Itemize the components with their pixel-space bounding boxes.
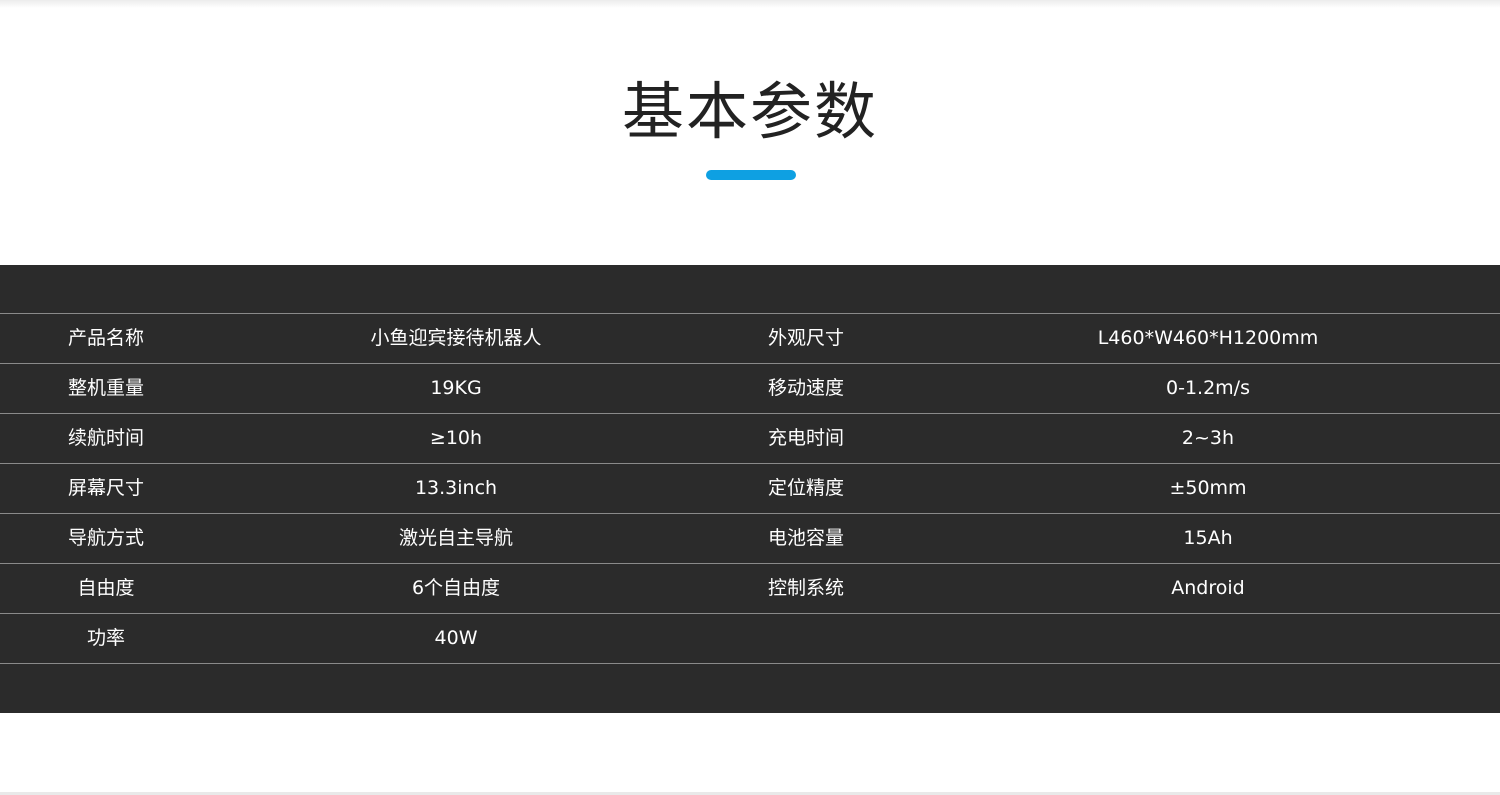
spec-row: 续航时间 ≥10h 充电时间 2~3h — [0, 414, 1500, 464]
spec-panel: 产品名称 小鱼迎宾接待机器人 外观尺寸 L460*W460*H1200mm 整机… — [0, 265, 1500, 713]
spec-label: 定位精度 — [767, 477, 844, 499]
spec-label: 屏幕尺寸 — [67, 477, 144, 499]
spec-value: 40W — [434, 627, 478, 649]
spec-label: 功率 — [86, 627, 125, 649]
spec-label: 续航时间 — [67, 427, 144, 449]
spec-value: 15Ah — [1183, 527, 1233, 549]
spec-row: 功率 40W — [0, 614, 1500, 664]
spec-label: 产品名称 — [67, 327, 144, 349]
spec-label: 电池容量 — [767, 527, 844, 549]
spec-value: 6个自由度 — [411, 577, 501, 599]
spec-table: 产品名称 小鱼迎宾接待机器人 外观尺寸 L460*W460*H1200mm 整机… — [0, 313, 1500, 664]
spec-label: 充电时间 — [767, 427, 844, 449]
spec-label: 整机重量 — [67, 377, 144, 399]
spec-label: 控制系统 — [767, 577, 844, 599]
section-title: 基本参数 — [621, 75, 878, 148]
spec-value — [1008, 614, 1408, 663]
spec-row: 屏幕尺寸 13.3inch 定位精度 ±50mm — [0, 464, 1500, 514]
spec-value: L460*W460*H1200mm — [1097, 327, 1319, 349]
spec-value: 小鱼迎宾接待机器人 — [370, 327, 542, 349]
spec-value: ±50mm — [1169, 477, 1247, 499]
spec-value: 0-1.2m/s — [1166, 377, 1250, 399]
spec-label: 外观尺寸 — [767, 327, 844, 349]
spec-row: 整机重量 19KG 移动速度 0-1.2m/s — [0, 364, 1500, 414]
spec-value: 19KG — [430, 377, 482, 399]
spec-value: 激光自主导航 — [398, 527, 513, 549]
title-underline-accent — [706, 170, 796, 180]
spec-row: 产品名称 小鱼迎宾接待机器人 外观尺寸 L460*W460*H1200mm — [0, 314, 1500, 364]
spec-row: 导航方式 激光自主导航 电池容量 15Ah — [0, 514, 1500, 564]
spec-label: 移动速度 — [767, 377, 844, 399]
top-edge-shadow — [0, 0, 1500, 8]
spec-value: Android — [1171, 577, 1245, 599]
spec-label — [706, 614, 906, 663]
spec-row: 自由度 6个自由度 控制系统 Android — [0, 564, 1500, 614]
spec-value: ≥10h — [429, 427, 483, 449]
spec-label: 自由度 — [77, 577, 135, 599]
spec-label: 导航方式 — [67, 527, 144, 549]
spec-value: 2~3h — [1181, 427, 1235, 449]
spec-value: 13.3inch — [414, 477, 498, 499]
